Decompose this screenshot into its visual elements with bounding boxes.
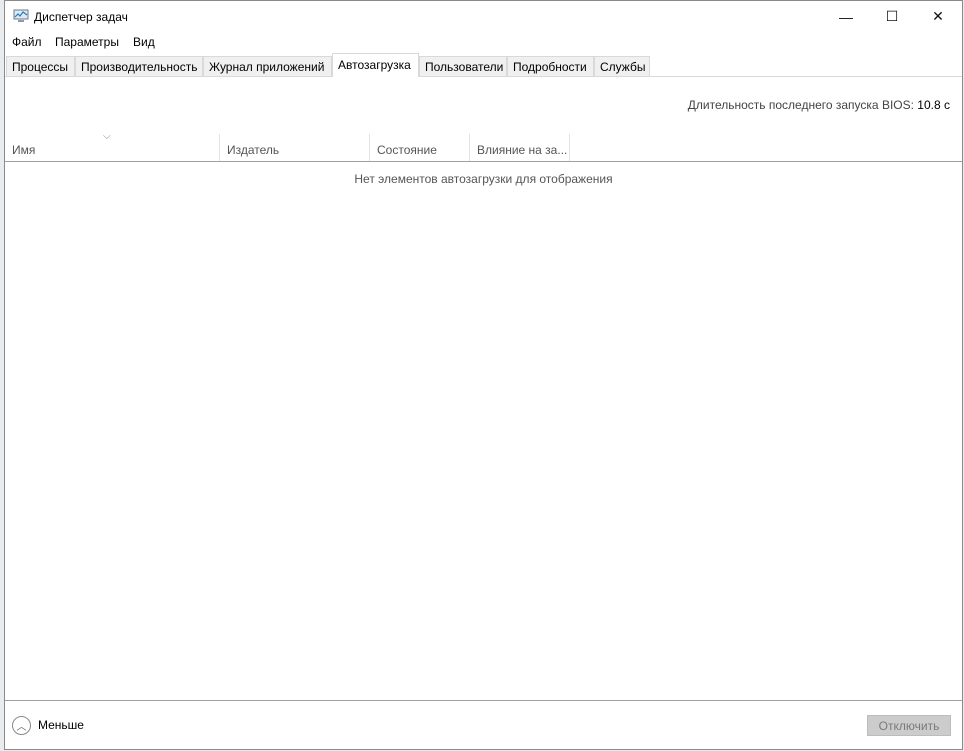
column-name[interactable]: Имя	[5, 134, 220, 161]
tab-app-history[interactable]: Журнал приложений	[203, 56, 332, 76]
column-publisher[interactable]: Издатель	[220, 134, 370, 161]
bios-label: Длительность последнего запуска BIOS:	[687, 98, 914, 112]
task-manager-icon	[13, 9, 29, 22]
tab-services[interactable]: Службы	[594, 56, 650, 76]
task-manager-window: Диспетчер задач — ☐ ✕ Файл Параметры Вид…	[4, 0, 963, 750]
maximize-button[interactable]: ☐	[869, 1, 915, 32]
tab-performance[interactable]: Производительность	[75, 56, 203, 76]
disable-button[interactable]: Отключить	[867, 715, 951, 736]
tab-processes[interactable]: Процессы	[6, 56, 75, 76]
tab-users[interactable]: Пользователи	[419, 56, 507, 76]
menu-bar: Файл Параметры Вид	[5, 34, 962, 51]
chevron-up-circle-icon[interactable]: ︿	[12, 716, 31, 735]
empty-message: Нет элементов автозагрузки для отображен…	[354, 172, 613, 186]
tab-bar: Процессы Производительность Журнал прило…	[5, 53, 962, 77]
minimize-button[interactable]: —	[823, 1, 869, 32]
bios-value: 10.8 с	[917, 98, 950, 112]
column-header-row: ⌵ Имя Издатель Состояние Влияние на за..…	[5, 131, 962, 162]
column-startup-impact[interactable]: Влияние на за...	[470, 134, 570, 161]
menu-options[interactable]: Параметры	[55, 35, 119, 49]
footer: ︿ Меньше Отключить	[5, 700, 962, 750]
bios-time: Длительность последнего запуска BIOS: 10…	[688, 98, 950, 112]
column-status[interactable]: Состояние	[370, 134, 470, 161]
menu-file[interactable]: Файл	[12, 35, 42, 49]
window-title: Диспетчер задач	[34, 10, 128, 24]
tab-startup[interactable]: Автозагрузка	[332, 53, 419, 77]
menu-view[interactable]: Вид	[133, 35, 155, 49]
close-button[interactable]: ✕	[915, 1, 961, 32]
title-bar: Диспетчер задач — ☐ ✕	[5, 1, 962, 33]
tab-details[interactable]: Подробности	[507, 56, 594, 76]
fewer-details-link[interactable]: Меньше	[38, 718, 84, 732]
